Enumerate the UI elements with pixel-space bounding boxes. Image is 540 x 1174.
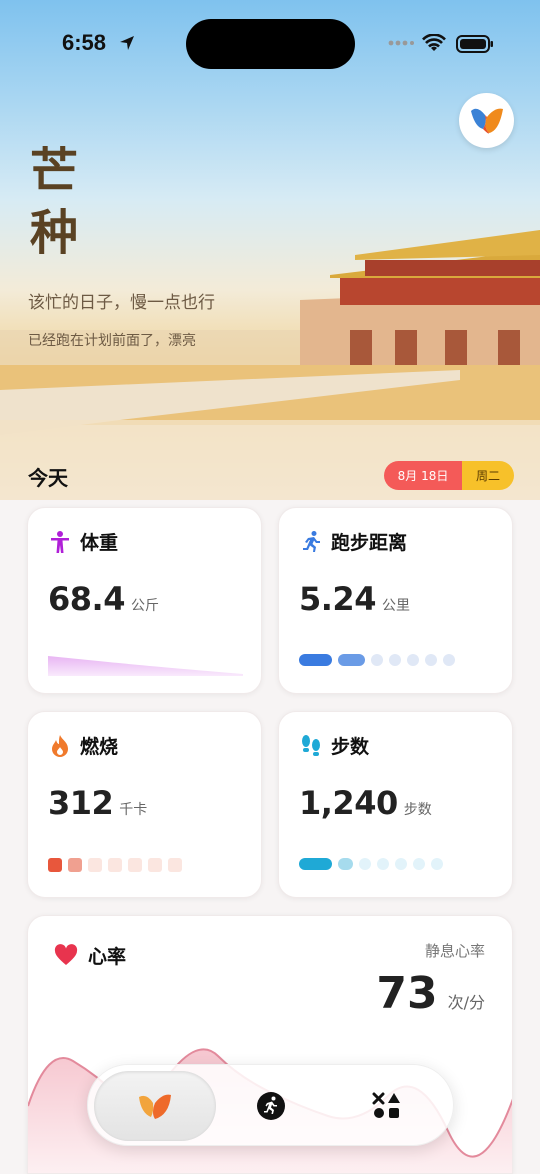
dynamic-island — [186, 19, 355, 69]
date-badge[interactable]: 8月 18日 周二 — [384, 461, 514, 490]
burn-card[interactable]: 燃烧 312 千卡 — [27, 711, 262, 898]
status-time: 6:58 — [62, 30, 107, 55]
distance-progress-dot — [443, 654, 455, 666]
burn-progress-segment — [88, 858, 102, 872]
app-logo-button[interactable] — [459, 93, 514, 148]
brand-logo-icon — [139, 1094, 171, 1119]
tab-home[interactable] — [94, 1071, 216, 1141]
distance-title: 跑步距离 — [331, 532, 408, 554]
flame-icon — [52, 735, 68, 757]
solar-term-title: 芒种 — [30, 143, 79, 261]
steps-value: 1,240 — [299, 784, 398, 822]
steps-progress-segment — [299, 858, 332, 870]
heart-value: 73 — [376, 968, 438, 1019]
brand-logo-icon — [471, 108, 503, 134]
runner-circle-icon — [257, 1092, 285, 1120]
burn-title: 燃烧 — [80, 736, 119, 758]
distance-value: 5.24 — [299, 580, 376, 618]
distance-card[interactable]: 跑步距离 5.24 公里 — [278, 507, 513, 694]
burn-progress-segment — [128, 858, 142, 872]
burn-value: 312 — [48, 784, 114, 822]
wifi-icon — [422, 34, 446, 51]
runner-icon — [303, 531, 320, 552]
burn-progress-segment — [148, 858, 162, 872]
distance-progress-segment — [299, 654, 332, 666]
steps-title: 步数 — [331, 736, 370, 758]
burn-value-row: 312 千卡 — [48, 784, 147, 822]
distance-progress-dot — [425, 654, 437, 666]
steps-progress-dot — [395, 858, 407, 870]
steps-progress-dot — [431, 858, 443, 870]
heart-title: 心率 — [88, 946, 127, 968]
signal-dots-icon — [388, 40, 414, 46]
weight-value: 68.4 — [48, 580, 125, 618]
burn-progress-segment — [48, 858, 62, 872]
resting-heart-label: 静息心率 — [424, 942, 485, 960]
battery-icon — [456, 35, 493, 53]
distance-progress-segment — [338, 654, 365, 666]
weight-unit: 公斤 — [130, 598, 159, 614]
distance-progress — [299, 654, 455, 666]
burn-progress-segment — [68, 858, 82, 872]
weight-trend-chart — [48, 656, 243, 676]
distance-unit: 公里 — [381, 598, 410, 614]
steps-progress — [299, 858, 443, 870]
tab-running[interactable] — [210, 1071, 332, 1141]
heart-icon — [54, 944, 78, 965]
shapes-icon — [372, 1092, 400, 1118]
heart-value-row: 73 次/分 — [376, 968, 485, 1019]
steps-progress-dot — [413, 858, 425, 870]
hero-subtitle: 已经跑在计划前面了，漂亮 — [28, 333, 196, 349]
person-icon — [51, 531, 69, 553]
weight-card[interactable]: 体重 68.4 公斤 — [27, 507, 262, 694]
steps-progress-dot — [359, 858, 371, 870]
distance-progress-dot — [407, 654, 419, 666]
burn-progress-segment — [168, 858, 182, 872]
tab-more[interactable] — [326, 1071, 448, 1141]
date-text: 8月 18日 — [384, 461, 462, 490]
weekday-text: 周二 — [462, 461, 514, 490]
distance-value-row: 5.24 公里 — [299, 580, 410, 618]
steps-progress-dot — [377, 858, 389, 870]
burn-unit: 千卡 — [119, 802, 148, 818]
bottom-tab-bar — [87, 1064, 454, 1146]
heart-unit: 次/分 — [447, 993, 485, 1012]
footprints-icon — [302, 735, 320, 756]
hero-slogan: 该忙的日子，慢一点也行 — [28, 293, 215, 313]
steps-progress-dot — [338, 858, 353, 870]
steps-unit: 步数 — [403, 802, 432, 818]
hero-banner: 6:58 芒种 该忙的日子，慢一点也行 已经跑在计划前面了，漂亮 — [0, 0, 540, 500]
location-arrow-icon — [120, 36, 134, 50]
steps-value-row: 1,240 步数 — [299, 784, 432, 822]
distance-progress-dot — [389, 654, 401, 666]
steps-card[interactable]: 步数 1,240 步数 — [278, 711, 513, 898]
burn-progress — [48, 858, 182, 872]
burn-progress-segment — [108, 858, 122, 872]
weight-title: 体重 — [80, 532, 119, 554]
weight-value-row: 68.4 公斤 — [48, 580, 159, 618]
status-bar: 6:58 — [0, 0, 540, 88]
distance-progress-dot — [371, 654, 383, 666]
today-label: 今天 — [28, 466, 68, 490]
